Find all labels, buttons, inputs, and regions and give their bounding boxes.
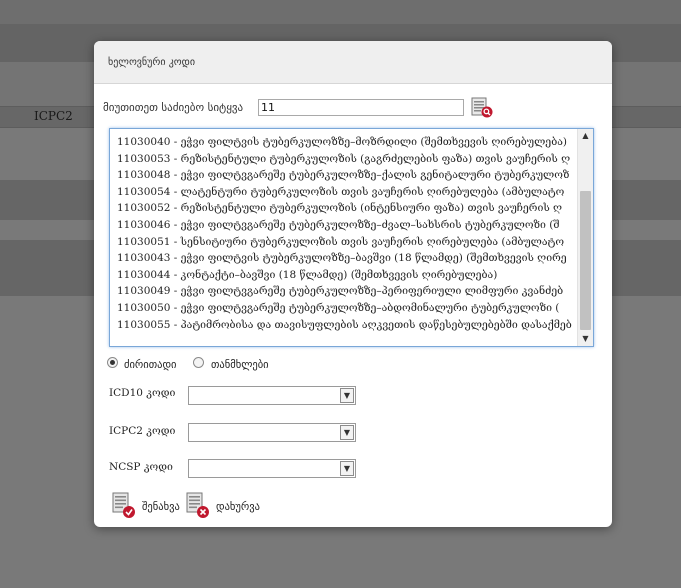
icpc2-select[interactable]: ▼ bbox=[188, 423, 356, 442]
close-icon bbox=[186, 492, 209, 518]
dialog-title: ხელოვნური კოდი bbox=[108, 57, 196, 68]
artificial-code-dialog: ხელოვნური კოდი მიუთითეთ საძიებო სიტყვა 1… bbox=[94, 41, 612, 527]
codes-items: 11030040 - ეჭვი ფილტვის ტუბერკულოზზე–მოზ… bbox=[117, 134, 577, 333]
code-option[interactable]: 11030046 - ეჭვი ფილტვგარეშე ტუბერკულოზზე… bbox=[117, 217, 577, 234]
code-option[interactable]: 11030054 - ლატენტური ტუბერკულოზის თვის ვ… bbox=[117, 184, 577, 201]
radio-primary[interactable] bbox=[107, 357, 118, 368]
code-option[interactable]: 11030051 - სენსიტიური ტუბერკულოზის თვის … bbox=[117, 234, 577, 251]
scroll-down-arrow-icon[interactable]: ▼ bbox=[578, 332, 593, 346]
code-option[interactable]: 11030040 - ეჭვი ფილტვის ტუბერკულოზზე–მოზ… bbox=[117, 134, 577, 151]
code-option[interactable]: 11030044 - კონტაქტი–ბავშვი (18 წლამდე) (… bbox=[117, 267, 577, 284]
code-option[interactable]: 11030050 - ეჭვი ფილტვგარეშე ტუბერკულოზზე… bbox=[117, 300, 577, 317]
search-icon bbox=[471, 97, 493, 118]
ncsp-label: NCSP კოდი bbox=[109, 461, 173, 473]
search-label: მიუთითეთ საძიებო სიტყვა bbox=[103, 101, 244, 114]
chevron-down-icon[interactable]: ▼ bbox=[340, 425, 354, 440]
search-button[interactable] bbox=[470, 97, 494, 119]
code-option[interactable]: 11030052 - რეზისტენტული ტუბერკულოზის (ინ… bbox=[117, 200, 577, 217]
close-button-label: დახურვა bbox=[216, 501, 260, 513]
code-option[interactable]: 11030053 - რეზისტენტული ტუბერკულოზის (გა… bbox=[117, 151, 577, 168]
icd10-label: ICD10 კოდი bbox=[109, 387, 176, 399]
codes-listbox[interactable]: 11030040 - ეჭვი ფილტვის ტუბერკულოზზე–მოზ… bbox=[109, 128, 594, 347]
scroll-up-arrow-icon[interactable]: ▲ bbox=[578, 129, 593, 143]
dialog-header: ხელოვნური კოდი bbox=[94, 41, 612, 84]
search-input[interactable] bbox=[258, 99, 464, 116]
code-option[interactable]: 11030048 - ეჭვი ფილტვგარეშე ტუბერკულოზზე… bbox=[117, 167, 577, 184]
code-option[interactable]: 11030043 - ეჭვი ფილტვის ტუბერკულოზზე–ბავ… bbox=[117, 250, 577, 267]
save-icon bbox=[112, 492, 135, 518]
codes-scrollbar[interactable]: ▲ ▼ bbox=[577, 129, 593, 346]
code-option[interactable]: 11030055 - პატიმრობისა და თავისუფლების ა… bbox=[117, 317, 577, 334]
icd10-select[interactable]: ▼ bbox=[188, 386, 356, 405]
radio-secondary-label: თანმხლები bbox=[211, 359, 269, 371]
save-button[interactable]: შენახვა bbox=[112, 492, 187, 520]
code-option[interactable]: 11030049 - ეჭვი ფილტვგარეშე ტუბერკულოზზე… bbox=[117, 283, 577, 300]
save-button-label: შენახვა bbox=[142, 501, 180, 513]
chevron-down-icon[interactable]: ▼ bbox=[340, 461, 354, 476]
scrollbar-thumb[interactable] bbox=[580, 191, 591, 330]
chevron-down-icon[interactable]: ▼ bbox=[340, 388, 354, 403]
icpc2-label: ICPC2 კოდი bbox=[109, 425, 176, 437]
radio-primary-label: ძირითადი bbox=[124, 359, 177, 371]
close-button[interactable]: დახურვა bbox=[186, 492, 276, 520]
ncsp-select[interactable]: ▼ bbox=[188, 459, 356, 478]
search-row: მიუთითეთ საძიებო სიტყვა bbox=[103, 97, 603, 120]
radio-secondary[interactable] bbox=[193, 357, 204, 368]
